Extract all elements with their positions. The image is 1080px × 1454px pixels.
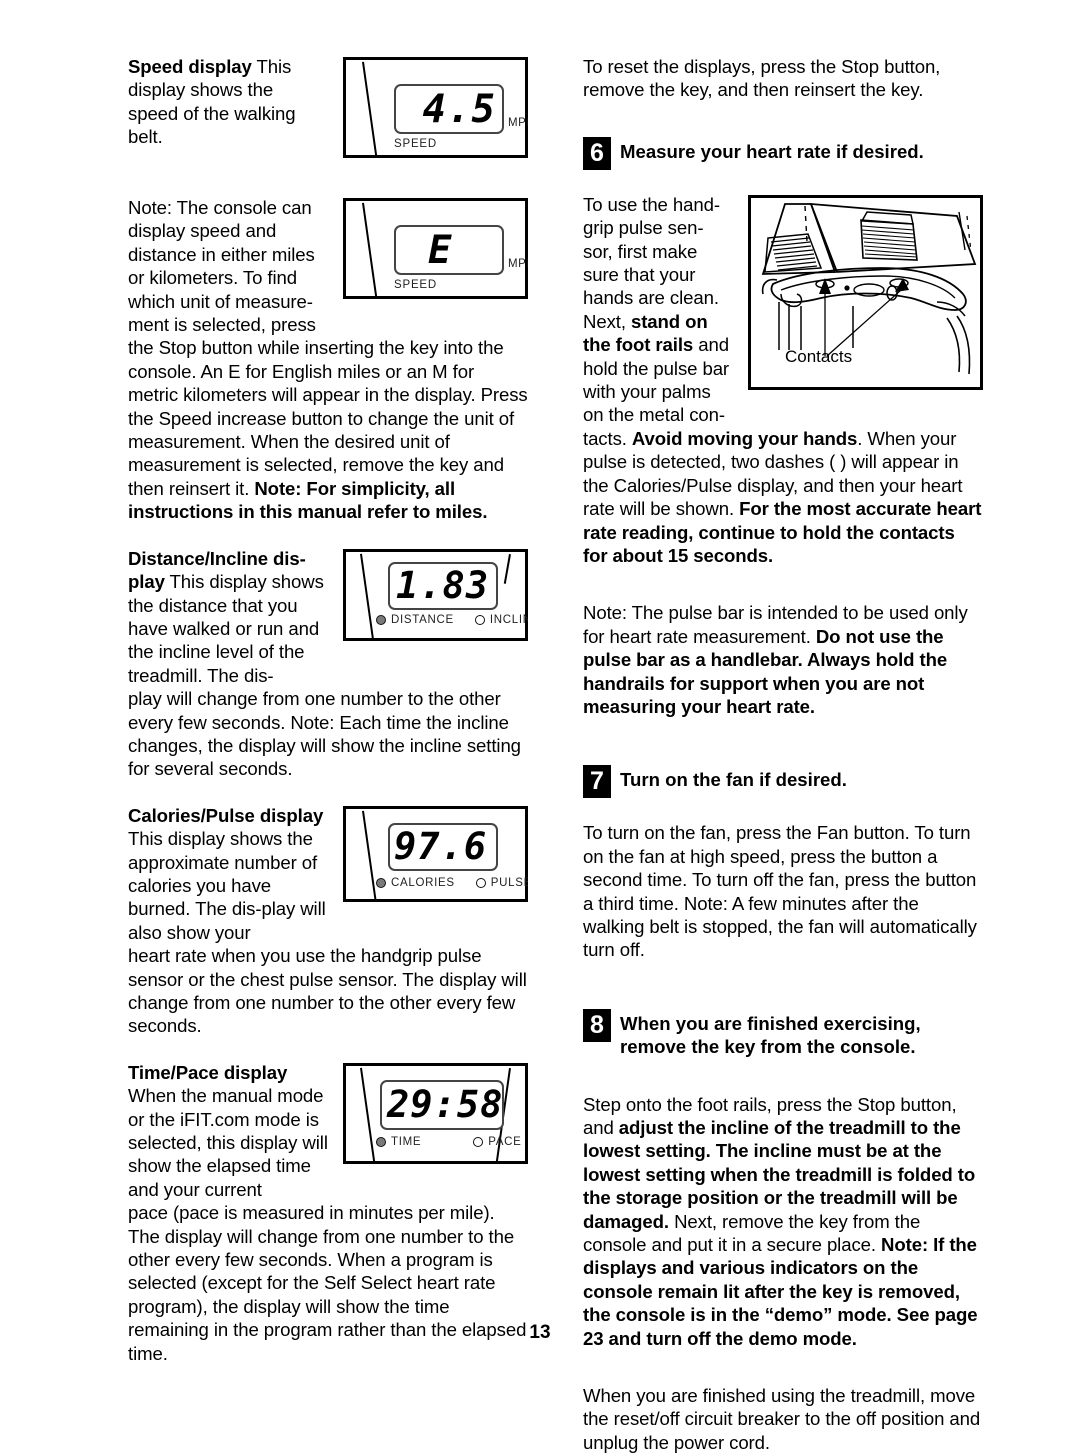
pulse-indicator-label: PULSE <box>490 876 528 889</box>
step-6-body-1: tacts. <box>583 427 632 449</box>
calories-pulse-full-text: heart rate when you use the handgrip pul… <box>128 945 527 1037</box>
incline-indicator-label: INCLINE <box>489 613 528 626</box>
calories-pulse-indicators: CALORIES PULSE <box>376 877 528 889</box>
pace-indicator-dot-icon <box>473 1136 484 1147</box>
reset-note-text: To reset the displays, press the Stop bu… <box>583 56 941 101</box>
calories-pulse-heading: Calories/Pulse display <box>128 804 324 826</box>
calories-pulse-block: 97.6 CALORIES PULSE Calories/Pulse displ… <box>128 804 528 1038</box>
units-unit-label: MPH <box>508 258 528 270</box>
distance-indicator-dot-icon <box>376 614 386 625</box>
speed-display-heading: Speed display <box>128 56 252 77</box>
distance-incline-figure: 1.83 DISTANCE INCLINE <box>343 548 528 641</box>
pulse-bar-note: Note: The pulse bar is intended to be us… <box>583 601 983 718</box>
speed-name-label: SPEED <box>394 138 437 150</box>
time-pace-wrap-text: Time/Pace display When the manual mode or… <box>128 1061 328 1201</box>
pulse-indicator-dot-icon <box>475 877 486 888</box>
calories-value: 97.6 <box>394 824 488 868</box>
step-8-closing: When you are finished using the treadmil… <box>583 1385 981 1453</box>
step-6-wrap-text: To use the hand-grip pulse sen-sor, firs… <box>583 193 731 427</box>
time-indicator-label: TIME <box>391 1135 422 1148</box>
distance-incline-wrap-text: Distance/Incline dis-play This display s… <box>128 547 328 687</box>
units-note-wrap-text: Note: The console can display speed and … <box>128 197 316 336</box>
step-6: 6 Measure your heart rate if desired. <box>583 136 983 170</box>
step-8-number-badge: 8 <box>583 1008 611 1042</box>
speed-value: 4.5 <box>422 87 496 132</box>
step-6-body-bold-1: Avoid moving your hands <box>631 427 858 449</box>
page-number: 13 <box>529 1322 551 1343</box>
step-8-title: When you are finished exercising, remove… <box>620 1012 921 1058</box>
time-pace-indicators: TIME PACE <box>376 1136 522 1148</box>
step-7-number-badge: 7 <box>583 765 611 799</box>
distance-incline-indicators: DISTANCE INCLINE <box>376 614 528 626</box>
distance-incline-full-text: play will change from one number to the … <box>128 688 521 780</box>
speed-display-text: Speed display This display shows the spe… <box>128 55 328 149</box>
units-note-block: E MPH SPEED Note: The console can displa… <box>128 196 528 524</box>
calories-pulse-figure: 97.6 CALORIES PULSE <box>343 805 528 902</box>
speed-display-figure: 4.5 MPH SPEED <box>343 57 528 158</box>
units-note-body: the Stop button while inserting the key … <box>128 337 528 499</box>
speed-unit-label: MPH <box>508 117 528 129</box>
units-note-full-text: the Stop button while inserting the key … <box>128 336 528 523</box>
left-column: 4.5 MPH SPEED Speed display This display… <box>128 55 528 1365</box>
time-pace-figure: 29:58 TIME PACE <box>343 1062 528 1164</box>
units-display-figure: E MPH SPEED <box>343 198 528 299</box>
step-6-body-block: Contacts To use the hand-grip pulse sen-… <box>583 193 983 568</box>
manual-page: 4.5 MPH SPEED Speed display This display… <box>0 0 1080 1453</box>
time-pace-heading: Time/Pace display <box>128 1061 288 1083</box>
distance-incline-block: 1.83 DISTANCE INCLINE Distance/Incline d… <box>128 547 528 781</box>
step-6-title: Measure your heart rate if desired. <box>620 140 924 162</box>
step-8-body: Step onto the foot rails, press the Stop… <box>583 1093 983 1350</box>
step-7-title: Turn on the fan if desired. <box>620 769 847 791</box>
distance-value: 1.83 <box>396 563 490 607</box>
contacts-illustration-figure: Contacts <box>748 194 983 390</box>
calories-indicator-label: CALORIES <box>391 876 455 889</box>
calories-pulse-wrap-text: Calories/Pulse display This display show… <box>128 804 328 944</box>
incline-indicator-dot-icon <box>474 614 485 625</box>
time-indicator-dot-icon <box>376 1136 386 1147</box>
step-6-full-text: tacts. Avoid moving your hands. When you… <box>583 427 983 567</box>
pace-indicator-label: PACE <box>488 1135 522 1148</box>
step-8: 8 When you are finished exercising, remo… <box>583 1008 983 1059</box>
speed-display-block: 4.5 MPH SPEED Speed display This display… <box>128 55 528 162</box>
step-7: 7 Turn on the fan if desired. <box>583 764 983 799</box>
time-value: 29:58 <box>387 1082 504 1126</box>
calories-indicator-dot-icon <box>376 877 386 888</box>
contacts-callout-label: Contacts <box>785 346 853 366</box>
right-column: To reset the displays, press the Stop bu… <box>583 55 983 1454</box>
step-7-body: To turn on the fan, press the Fan button… <box>583 822 977 961</box>
units-value: E <box>428 228 453 273</box>
step-6-number-badge: 6 <box>583 136 611 170</box>
units-name-label: SPEED <box>394 279 437 291</box>
time-pace-block: 29:58 TIME PACE Time/Pace display When th… <box>128 1061 528 1365</box>
calories-pulse-lead: This display shows the approximate numbe… <box>128 828 326 943</box>
time-pace-lead: When the manual mode or the iFIT.com mod… <box>128 1085 328 1200</box>
distance-indicator-label: DISTANCE <box>391 613 454 626</box>
